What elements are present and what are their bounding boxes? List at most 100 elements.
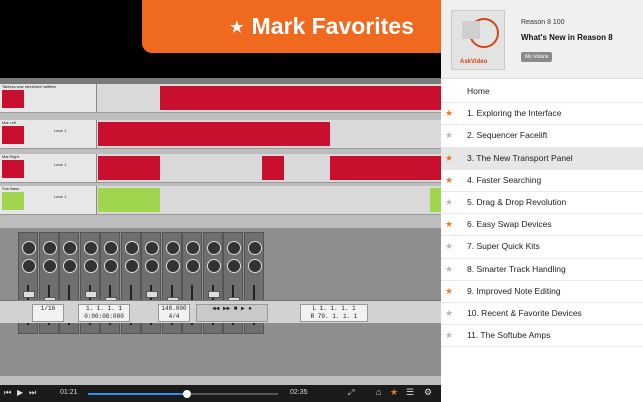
chapter-label: 9. Improved Note Editing [467, 285, 561, 296]
knob-icon [104, 259, 118, 273]
lane-label: Lane 1 [54, 162, 67, 167]
knob-icon [104, 241, 118, 255]
sequencer-track: Mai Right Lane 1 [0, 154, 441, 183]
favorite-star-icon[interactable]: ★ [445, 325, 453, 346]
chapter-item[interactable]: ★ 9. Improved Note Editing [441, 281, 643, 303]
total-time: 02:35 [290, 389, 308, 396]
settings-icon[interactable]: ⚙ [424, 387, 432, 398]
knob-icon [42, 259, 57, 273]
favorite-star-icon[interactable]: ★ [445, 303, 453, 324]
chapter-label: 7. Super Quick Kits [467, 241, 540, 252]
knob-icon [124, 259, 139, 273]
chapter-label: 3. The New Transport Panel [467, 152, 573, 163]
knob-icon [186, 241, 200, 255]
audio-clip [430, 188, 441, 212]
favorite-star-icon[interactable]: ★ [445, 103, 453, 124]
chapter-label: 4. Faster Searching [467, 174, 542, 185]
scrub-thumb[interactable] [182, 390, 191, 398]
knob-icon [227, 259, 241, 273]
loop-display: L 1. 1. 1. 1 R 79. 1. 1. 1 [300, 304, 368, 322]
track-name: Mai Left [2, 120, 17, 125]
course-art [462, 18, 499, 48]
track-name: Sub Bass [2, 186, 20, 191]
chapter-item[interactable]: ★ 8. Smarter Track Handling [441, 259, 643, 281]
author-badge: Mo Volans [521, 52, 553, 62]
knob-icon [145, 259, 159, 273]
next-icon[interactable]: ⏭ [29, 388, 36, 398]
knob-icon [83, 259, 98, 273]
chapter-label: 1. Exploring the Interface [467, 108, 562, 119]
video-player[interactable]: Tabless wav stretched halftime Mai Left La… [0, 0, 441, 402]
favorite-star-icon[interactable]: ★ [445, 148, 453, 169]
knob-icon [22, 241, 36, 255]
transport-panel: 1/16 1. 1. 1. 1 0:00:00:000 148.000 4/4 … [0, 300, 441, 323]
position-display: 1. 1. 1. 1 0:00:00:000 [78, 304, 130, 322]
track-header: Mai Right Lane 1 [0, 154, 97, 182]
favorite-star-icon[interactable]: ★ [445, 125, 453, 146]
fader-cap [146, 291, 158, 298]
knob-icon [165, 241, 180, 255]
chapter-item[interactable]: ★ 7. Super Quick Kits [441, 236, 643, 259]
chapter-item[interactable]: ★ 6. Easy Swap Devices [441, 214, 643, 237]
knob-icon [63, 259, 77, 273]
brand-logo: AskVideo [460, 59, 488, 65]
chapter-label: 2. Sequencer Facelift [467, 130, 548, 141]
transport-buttons: ◀◀ ▶▶ ■ ▶ ● [196, 304, 268, 322]
chapter-home[interactable]: Home [441, 81, 643, 104]
course-thumbnail: AskVideo [451, 10, 505, 70]
elapsed-time: 01:21 [60, 389, 78, 396]
chapter-item[interactable]: ★ 10. Recent & Favorite Devices [441, 303, 643, 326]
knob-icon [42, 241, 57, 255]
lane-label: Lane 1 [54, 194, 67, 199]
chapter-list: Home ★ 1. Exploring the Interface ★ 2. Seque… [441, 81, 643, 348]
chapter-item[interactable]: ★ 11. The Softube Amps [441, 325, 643, 348]
fader-cap [84, 291, 97, 298]
knob-icon [145, 241, 159, 255]
course-subtitle: Reason 8 100 [521, 19, 565, 26]
audio-clip [262, 156, 284, 180]
fader-cap [207, 291, 220, 298]
chapter-label: 6. Easy Swap Devices [467, 219, 552, 230]
scrub-progress [88, 393, 187, 395]
chapter-label: 11. The Softube Amps [467, 330, 551, 341]
track-header: Mai Left Lane 1 [0, 120, 97, 148]
track-color-swatch [2, 160, 24, 178]
chapter-item[interactable]: ★ 5. Drag & Drop Revolution [441, 192, 643, 215]
knob-icon [165, 259, 180, 273]
favorite-star-icon[interactable]: ★ [445, 236, 453, 257]
knob-icon [247, 259, 262, 273]
favorite-star-icon[interactable]: ★ [390, 387, 398, 398]
audio-clip [98, 122, 160, 146]
fullscreen-icon[interactable]: ⤢ [348, 388, 354, 398]
chapter-item[interactable]: ★ 1. Exploring the Interface [441, 103, 643, 126]
tempo-display: 148.000 4/4 [158, 304, 190, 322]
knob-icon [227, 241, 241, 255]
chapter-item[interactable]: ★ 2. Sequencer Facelift [441, 125, 643, 148]
sequencer-track: Mai Left Lane 1 [0, 120, 441, 149]
list-icon[interactable]: ☰ [406, 387, 414, 398]
star-icon: ★ [230, 18, 244, 36]
chapter-item[interactable]: ★ 4. Faster Searching [441, 170, 643, 192]
chapter-label: 8. Smarter Track Handling [467, 263, 566, 274]
knob-icon [63, 241, 77, 255]
track-color-swatch [2, 90, 24, 108]
track-header: Sub Bass Lane 1 [0, 186, 97, 214]
audio-clip [98, 188, 160, 212]
lane-label: Lane 1 [54, 128, 67, 133]
favorite-star-icon[interactable]: ★ [445, 281, 453, 302]
chapter-item[interactable]: ★ 3. The New Transport Panel [441, 147, 643, 170]
prev-icon[interactable]: ⏮ [4, 388, 11, 398]
scrub-bar[interactable] [88, 390, 278, 398]
favorite-star-icon[interactable]: ★ [445, 214, 453, 235]
favorite-star-icon[interactable]: ★ [445, 259, 453, 280]
track-name: Tabless wav stretched halftime [2, 84, 57, 89]
knob-icon [186, 259, 200, 273]
play-icon[interactable]: ▶ [17, 388, 23, 397]
chapter-label: 10. Recent & Favorite Devices [467, 307, 582, 318]
favorite-star-icon[interactable]: ★ [445, 170, 453, 191]
favorite-star-icon[interactable]: ★ [445, 192, 453, 213]
chapter-label: 5. Drag & Drop Revolution [467, 196, 567, 207]
knob-icon [247, 241, 262, 255]
track-name: Mai Right [2, 154, 19, 159]
home-icon[interactable]: ⌂ [376, 387, 381, 397]
